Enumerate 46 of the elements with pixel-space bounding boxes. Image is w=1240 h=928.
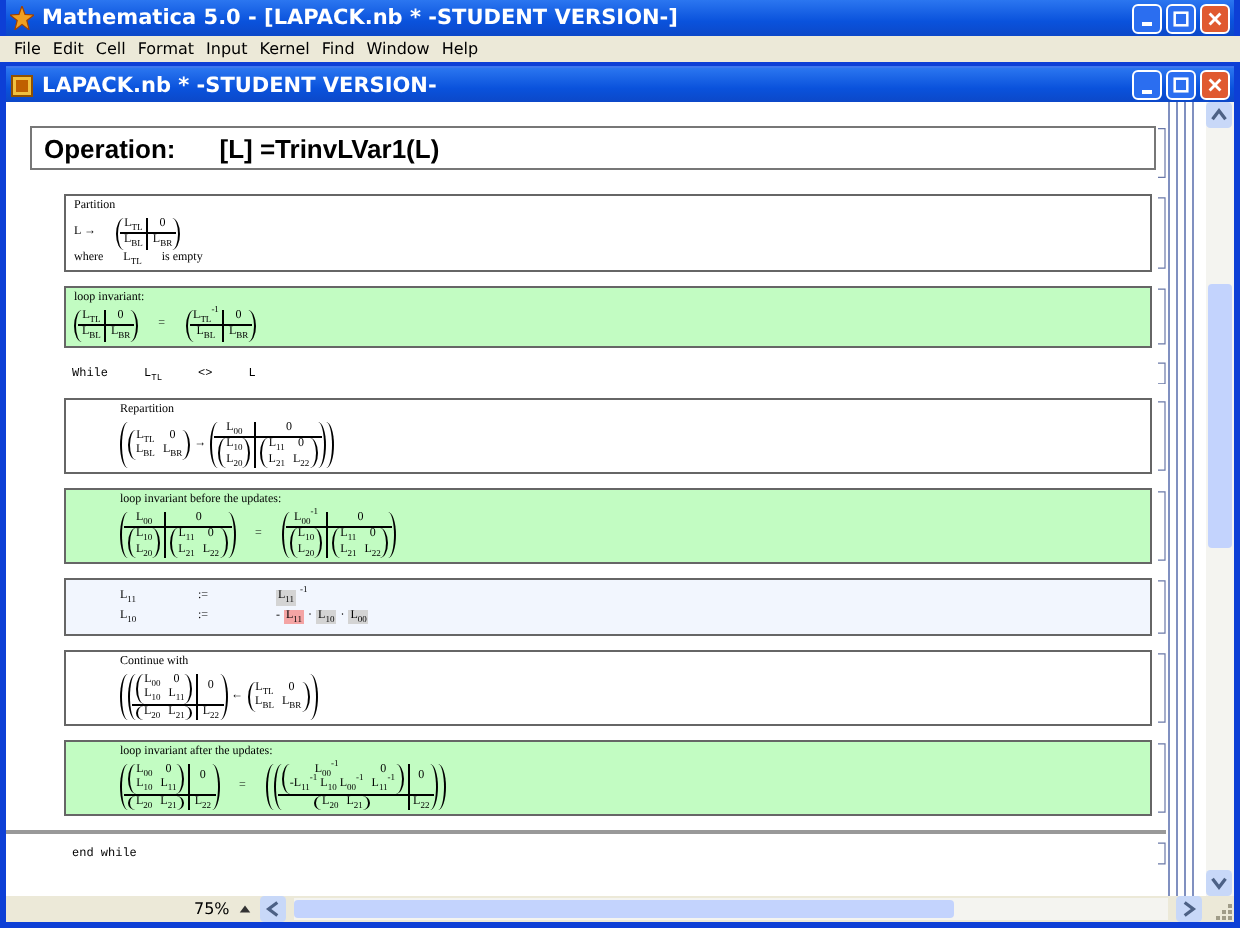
menu-item[interactable]: Kernel — [253, 40, 316, 58]
minimize-button[interactable] — [1132, 70, 1162, 100]
maximize-button[interactable] — [1166, 3, 1196, 33]
close-button[interactable] — [1200, 3, 1230, 33]
menu-item[interactable]: Format — [131, 40, 201, 58]
scroll-down-icon[interactable] — [1206, 870, 1232, 896]
close-button[interactable] — [1200, 70, 1230, 100]
scroll-thumb[interactable] — [1208, 284, 1232, 548]
cell-bracket[interactable] — [1158, 194, 1166, 272]
minimize-icon — [1142, 22, 1152, 26]
document-title: LAPACK.nb * -STUDENT VERSION- — [42, 73, 439, 97]
vertical-scrollbar[interactable] — [1206, 102, 1234, 896]
zoom-level[interactable]: 75% — [194, 900, 230, 918]
scroll-left-icon[interactable] — [259, 896, 286, 922]
cell-bracket[interactable] — [1158, 578, 1166, 636]
close-icon — [1206, 9, 1224, 27]
cell-bracket[interactable] — [1158, 650, 1166, 726]
cell-bracket[interactable] — [1158, 740, 1166, 816]
menu-item[interactable]: File — [8, 40, 47, 58]
maximize-icon — [1172, 76, 1190, 94]
scroll-right-icon[interactable] — [1176, 896, 1202, 922]
menu-item[interactable]: Window — [360, 40, 436, 58]
restore-button[interactable] — [1166, 70, 1196, 100]
scroll-up-icon[interactable] — [1206, 102, 1232, 128]
triangle-up-icon[interactable] — [237, 902, 252, 916]
cell-bracket[interactable] — [1158, 488, 1166, 564]
cell-bracket[interactable] — [1158, 126, 1166, 180]
cell-bracket[interactable] — [1158, 286, 1166, 347]
heading-formula: [L] =TrinvLVar1(L) — [219, 133, 440, 163]
menu-item[interactable]: Input — [200, 40, 254, 58]
horizontal-scroll-thumb[interactable] — [293, 900, 954, 918]
notebook-icon — [10, 73, 34, 97]
heading-label: Operation: — [44, 133, 176, 163]
menu-item[interactable]: Cell — [89, 40, 132, 58]
maximize-icon — [1172, 9, 1190, 27]
minimize-button[interactable] — [1132, 3, 1162, 33]
menu-item[interactable]: Help — [435, 40, 485, 58]
close-icon — [1206, 76, 1224, 94]
menu-item[interactable]: Edit — [46, 40, 90, 58]
cell-bracket[interactable] — [1158, 398, 1166, 474]
cell-bracket[interactable] — [1158, 842, 1166, 865]
cell-bracket[interactable] — [1158, 361, 1166, 384]
menu-item[interactable]: Find — [315, 40, 361, 58]
window-title: Mathematica 5.0 - [LAPACK.nb * -STUDENT VERSION-] — [42, 6, 680, 30]
star-icon — [10, 6, 34, 30]
minimize-icon — [1142, 89, 1152, 93]
